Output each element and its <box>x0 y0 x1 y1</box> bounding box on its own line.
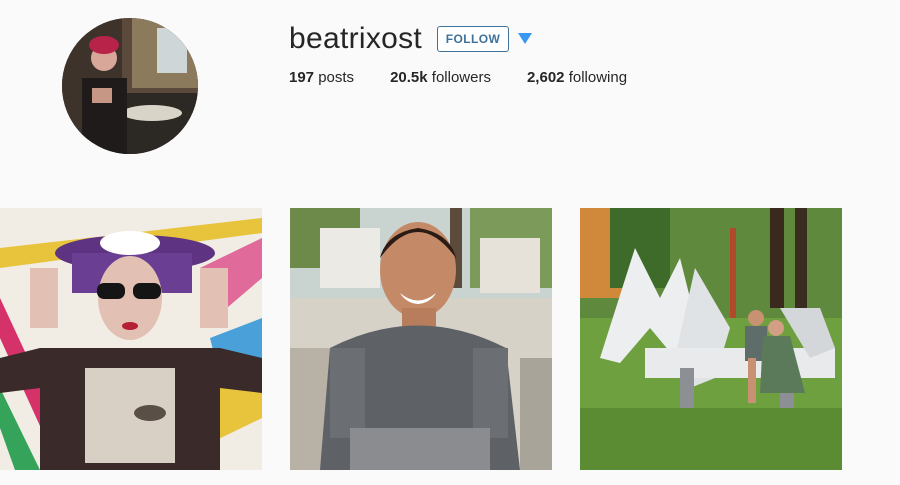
followers-label: followers <box>431 69 491 86</box>
posts-label: posts <box>318 69 355 86</box>
stat-followers[interactable]: 20.5k followers <box>390 69 491 86</box>
posts-count: 197 <box>289 69 315 86</box>
post-thumbnail-2[interactable] <box>290 208 552 470</box>
post-thumbnail-1[interactable] <box>0 208 262 470</box>
following-count: 2,602 <box>526 69 565 86</box>
followers-count: 20.5k <box>390 69 428 86</box>
profile-stats: 197 posts 20.5k followers 2,602 followin… <box>289 69 663 86</box>
follow-button[interactable]: FOLLOW <box>437 26 509 52</box>
stat-posts: 197 posts <box>289 69 354 86</box>
post-thumbnail-3[interactable] <box>580 208 842 470</box>
profile-avatar <box>62 18 198 154</box>
stat-following[interactable]: 2,602 following <box>527 69 627 86</box>
following-label: following <box>568 69 628 86</box>
username: beatrixost <box>289 22 423 55</box>
triangle-down-icon[interactable] <box>518 33 532 44</box>
